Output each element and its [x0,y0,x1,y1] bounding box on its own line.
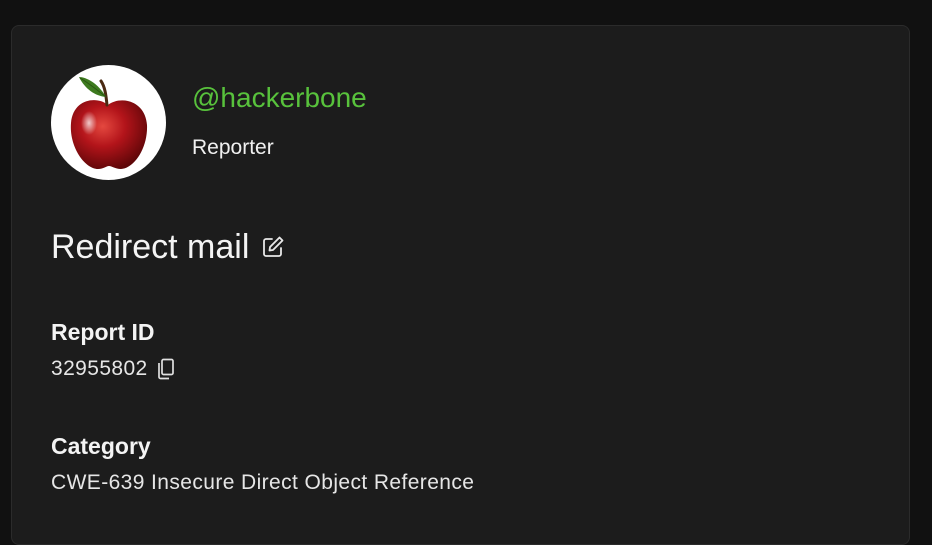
category-field: Category CWE-639 Insecure Direct Object … [51,432,474,496]
copy-icon[interactable] [156,358,176,380]
avatar[interactable] [51,65,166,180]
report-title-row: Redirect mail [51,225,285,269]
report-id-label: Report ID [51,319,155,345]
report-card: @hackerbone Reporter Redirect mail Repor… [11,25,910,545]
report-id-value: 32955802 [51,357,148,380]
apple-icon [70,77,148,169]
report-id-row: 32955802 [51,356,176,382]
report-id-field: Report ID 32955802 [51,318,176,382]
edit-icon[interactable] [261,235,285,259]
category-value: CWE-639 Insecure Direct Object Reference [51,471,475,494]
category-label: Category [51,433,151,459]
reporter-role: Reporter [192,136,274,159]
reporter-profile: @hackerbone Reporter [51,65,367,180]
report-title: Redirect mail [51,228,250,266]
reporter-info: @hackerbone Reporter [192,65,367,161]
reporter-username[interactable]: @hackerbone [192,81,367,115]
category-row: CWE-639 Insecure Direct Object Reference [51,470,474,496]
